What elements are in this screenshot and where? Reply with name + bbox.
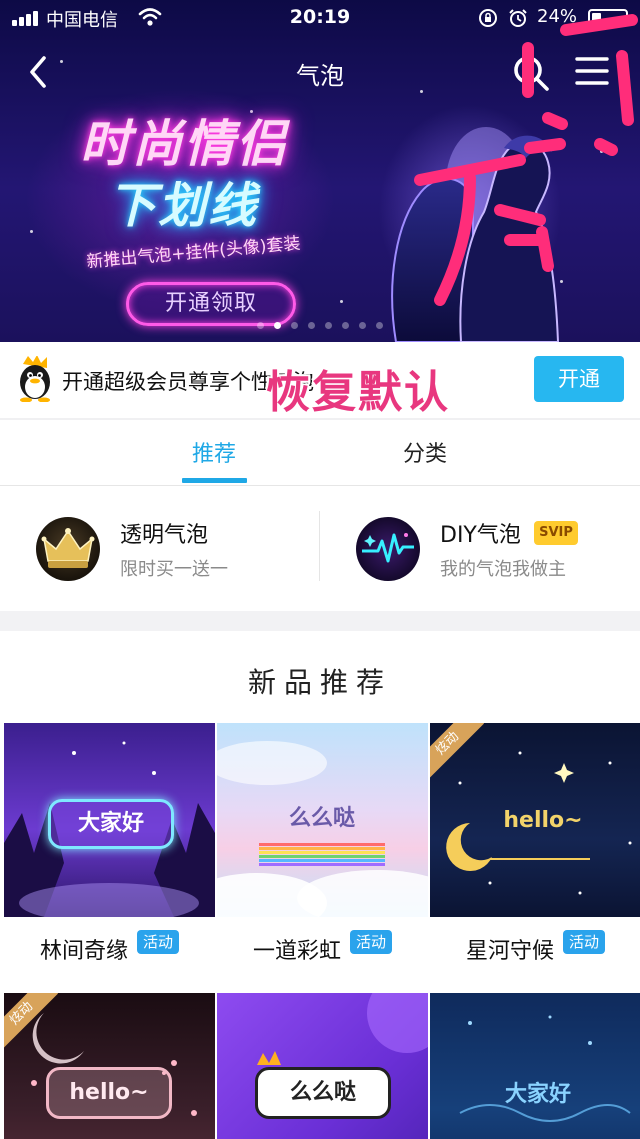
bubble-sample-text: hello~ — [503, 808, 583, 833]
star-decoration — [600, 150, 603, 153]
bubble-preview: 大家好 — [430, 993, 640, 1139]
battery-icon — [588, 9, 632, 27]
pagination-dot[interactable] — [274, 322, 281, 329]
bubble-card[interactable]: 么么哒 一道彩虹 活动 — [217, 723, 428, 979]
active-tab-indicator — [182, 478, 247, 483]
card-label: 星河守候 活动 — [430, 917, 640, 979]
pagination-dot[interactable] — [376, 322, 383, 329]
feature-subtitle: 限时买一送一 — [120, 559, 228, 580]
section-title: 新品推荐 — [247, 666, 392, 699]
bubble-card[interactable]: 么么哒 — [217, 993, 428, 1139]
pagination-dot[interactable] — [257, 322, 264, 329]
bubble-card[interactable]: 炫动 hello~ 星河守候 活动 — [430, 723, 640, 979]
divider — [319, 511, 320, 581]
bubble-sample-text: 么么哒 — [255, 1067, 391, 1119]
bubble-preview: 炫动 hello~ — [430, 723, 640, 917]
bubble-card[interactable]: 大家好 林间奇缘 活动 — [4, 723, 215, 979]
status-bar: 中国电信 20:19 24% — [0, 0, 640, 36]
pagination-dot[interactable] — [291, 322, 298, 329]
banner-pagination — [0, 314, 640, 333]
open-vip-button[interactable]: 开通 — [534, 356, 624, 402]
card-name: 一道彩虹 — [252, 939, 341, 964]
new-items-section: 新品推荐 大家好 林间奇缘 活动 么么哒 一道彩虹 活动 炫动 hello~ 星… — [0, 631, 640, 1139]
battery-percent: 24% — [537, 6, 578, 27]
search-icon[interactable] — [510, 52, 552, 94]
bubble-sample-text: 大家好 — [504, 1082, 571, 1107]
star-decoration — [340, 300, 343, 303]
crown-icon — [41, 528, 95, 568]
rotation-lock-icon — [479, 9, 497, 27]
activity-badge: 活动 — [350, 930, 393, 954]
ocean-art — [459, 1015, 631, 1122]
menu-icon[interactable] — [574, 54, 610, 88]
alarm-icon — [509, 9, 527, 27]
svip-badge: SVIP — [534, 521, 578, 545]
tab-bar: 推荐 分类 — [0, 420, 640, 486]
card-label: 一道彩虹 活动 — [217, 917, 428, 979]
star-decoration — [30, 230, 33, 233]
pagination-dot[interactable] — [342, 322, 349, 329]
card-label: 林间奇缘 活动 — [4, 917, 215, 979]
heartbeat-icon — [362, 533, 414, 563]
activity-badge: 活动 — [137, 930, 180, 954]
vip-promo-bar: 开通超级会员尊享个性气泡 恢复默认 开通 — [0, 342, 640, 418]
card-name: 林间奇缘 — [39, 939, 128, 964]
pagination-dot[interactable] — [325, 322, 332, 329]
feature-title[interactable]: DIY气泡 — [440, 517, 521, 549]
bubble-preview: 么么哒 — [217, 723, 428, 917]
restore-default-overlay: 恢复默认 — [266, 367, 450, 418]
bubble-card[interactable]: 炫动 hello~ — [4, 993, 215, 1139]
section-gap — [0, 611, 640, 631]
feature-title[interactable]: 透明气泡 — [120, 517, 208, 549]
banner-headline-second: 下划线 — [108, 178, 259, 234]
bubble-sample-text: 大家好 — [48, 799, 174, 849]
pagination-dot[interactable] — [308, 322, 315, 329]
card-name: 星河守候 — [465, 939, 554, 964]
bubble-preview: 炫动 hello~ — [4, 993, 215, 1139]
couple-illustration — [391, 127, 560, 342]
feature-subtitle: 我的气泡我做主 — [440, 559, 566, 580]
transparent-bubble-entry[interactable] — [36, 517, 100, 581]
bubble-sample-text: hello~ — [46, 1067, 172, 1119]
diy-bubble-entry[interactable] — [356, 517, 420, 581]
bubble-preview: 大家好 — [4, 723, 215, 917]
activity-badge: 活动 — [563, 930, 606, 954]
pagination-dot[interactable] — [359, 322, 366, 329]
bubble-sample-text: 么么哒 — [288, 806, 355, 831]
hero-banner[interactable]: 中国电信 20:19 24% 气泡 时尚情侣 下划线 新推出气泡+挂件(头像)套… — [0, 0, 640, 342]
bubble-card[interactable]: 大家好 — [430, 993, 640, 1139]
qq-penguin-icon — [20, 356, 50, 402]
feature-entries: 透明气泡 限时买一送一 DIY气泡 SVIP 我的气泡我做主 — [0, 487, 640, 611]
tab-recommended[interactable]: 推荐 — [192, 436, 236, 468]
tab-categories[interactable]: 分类 — [403, 436, 447, 468]
bubble-preview: 么么哒 — [217, 993, 428, 1139]
